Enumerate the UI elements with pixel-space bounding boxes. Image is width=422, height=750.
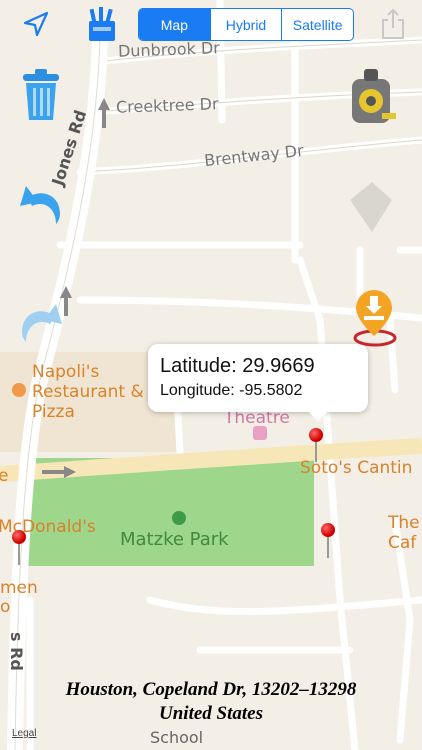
- pencil-cup-icon[interactable]: [80, 4, 124, 44]
- poi-men: men: [0, 578, 38, 598]
- map-pin[interactable]: [309, 428, 323, 442]
- poi-e: e: [0, 466, 9, 486]
- tab-map[interactable]: Map: [139, 9, 210, 40]
- theatre-icon: [253, 426, 267, 440]
- poi-napoli-line2: Restaurant &: [32, 382, 144, 402]
- tape-measure-icon[interactable]: [344, 64, 398, 126]
- undo-arrow-icon[interactable]: [14, 176, 68, 226]
- share-icon[interactable]: [378, 6, 408, 42]
- tab-hybrid[interactable]: Hybrid: [209, 9, 282, 40]
- coordinate-callout: Latitude: 29.9669 Longitude: -95.5802: [148, 344, 368, 422]
- poi-school: School: [150, 728, 204, 747]
- address-line2: United States: [159, 703, 263, 724]
- restaurant-icon: [12, 383, 26, 397]
- street-label-jones-rd-lower: s Rd: [7, 632, 26, 671]
- map-pin[interactable]: [321, 523, 335, 537]
- pin-stem: [18, 543, 20, 565]
- longitude-text: Longitude: -95.5802: [160, 382, 303, 399]
- poi-matzke-park: Matzke Park: [120, 529, 229, 550]
- park-icon: [172, 511, 186, 525]
- legal-link[interactable]: Legal: [12, 728, 36, 739]
- poi-napoli-line1: Napoli's: [32, 362, 100, 382]
- location-arrow-icon[interactable]: [16, 6, 56, 42]
- trash-icon[interactable]: [16, 64, 66, 124]
- pin-stem: [315, 440, 317, 462]
- street-label-creektree: Creektree Dr: [115, 94, 219, 117]
- tab-satellite[interactable]: Satellite: [281, 9, 353, 40]
- poi-o: o: [0, 597, 11, 617]
- poi-napoli-line3: Pizza: [32, 402, 75, 422]
- poi-cafe: Caf: [388, 533, 417, 553]
- pin-stem: [327, 536, 329, 558]
- redo-arrow-icon[interactable]: [14, 292, 68, 346]
- latitude-text: Latitude: 29.9669: [160, 355, 315, 377]
- download-pin-icon[interactable]: [344, 290, 404, 350]
- map-type-selector[interactable]: Map Hybrid Satellite: [138, 8, 354, 41]
- map-pin[interactable]: [12, 530, 26, 544]
- address-line1: Houston, Copeland Dr, 13202–13298: [65, 679, 357, 700]
- poi-the: The: [388, 513, 420, 533]
- street-label-dunbrook: Dunbrook Dr: [117, 38, 221, 61]
